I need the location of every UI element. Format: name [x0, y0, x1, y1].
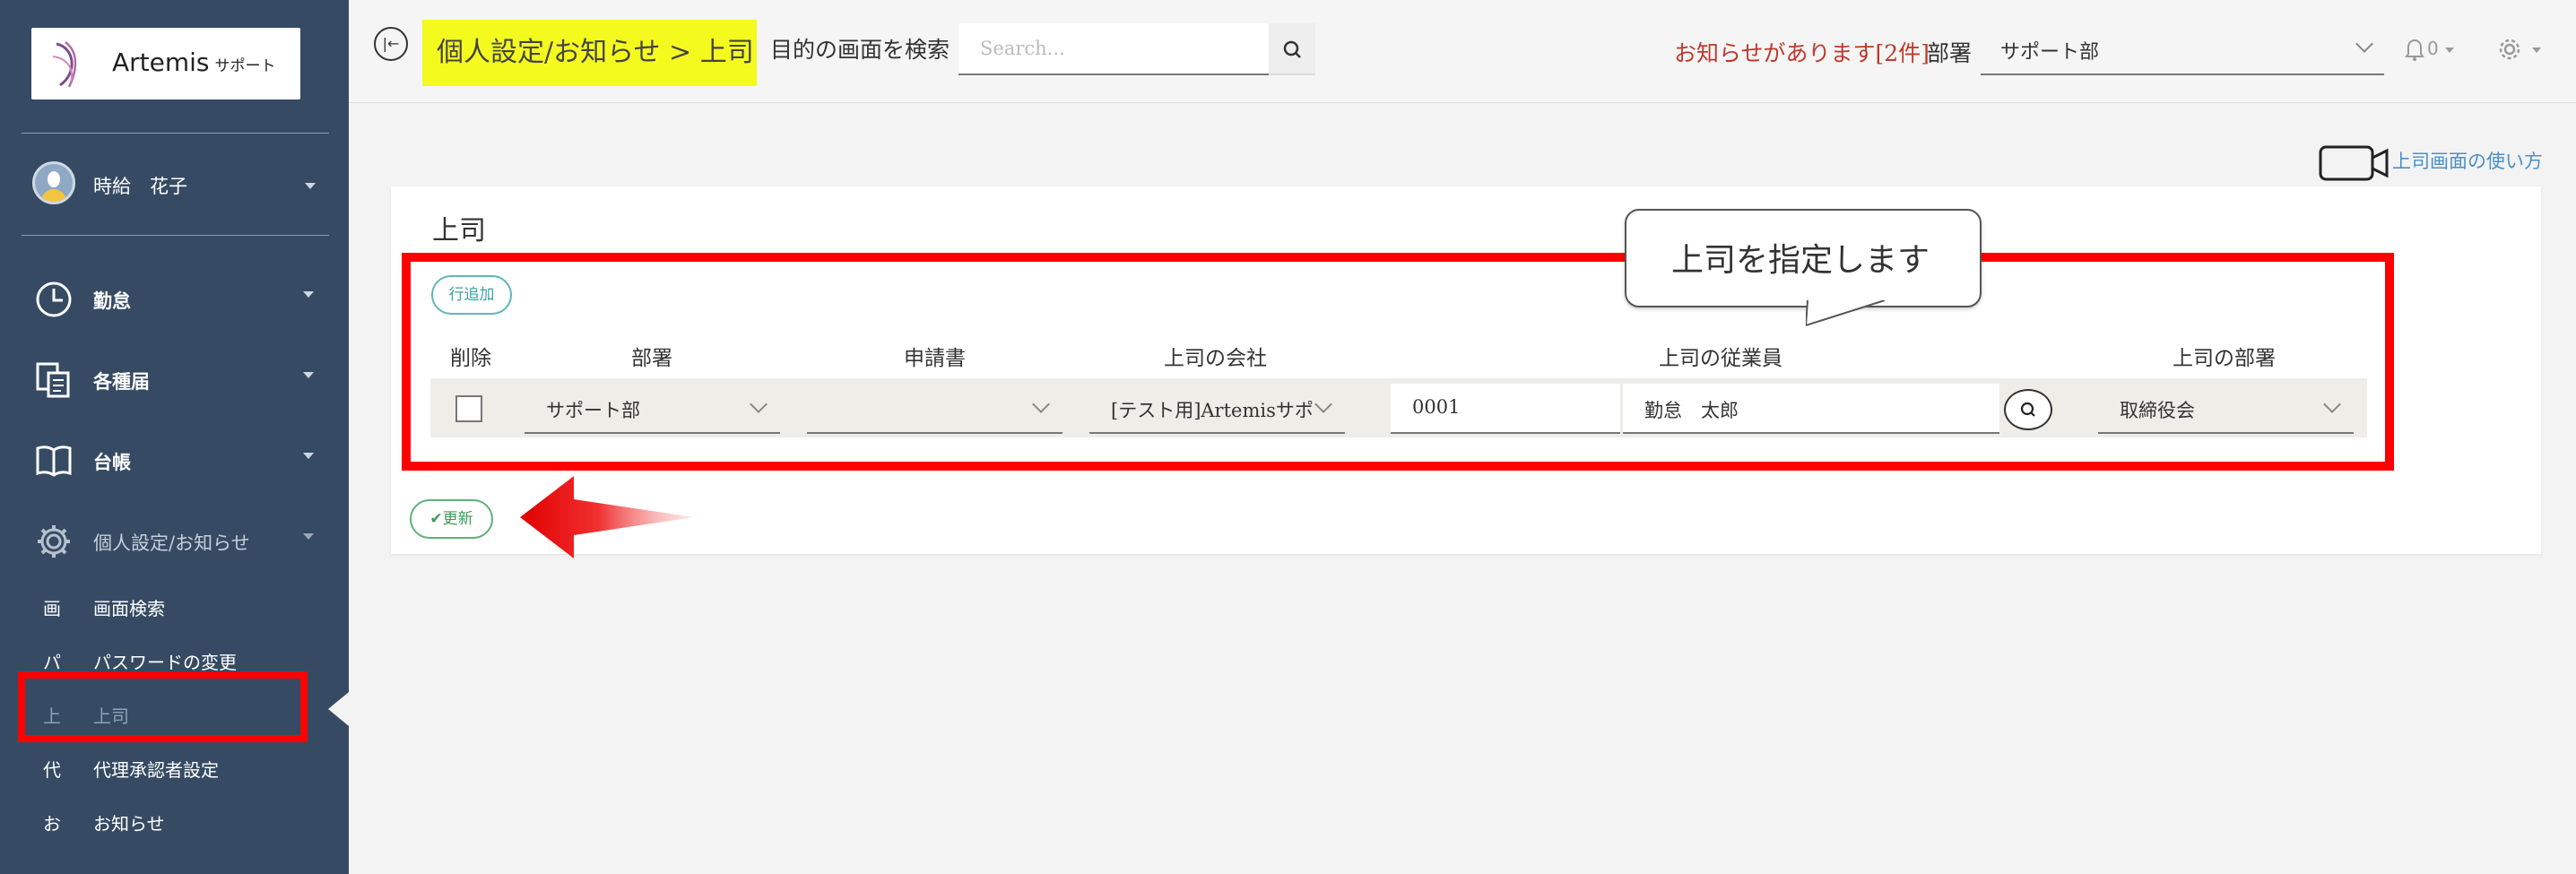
sub-item-label: 代理承認者設定 — [93, 759, 219, 781]
sidebar-subitem-screen-search[interactable]: 画 画面検索 — [0, 584, 349, 628]
sidebar-item-ledger[interactable]: 台帳 — [0, 430, 349, 484]
sub-item-initial: 代 — [43, 759, 61, 781]
dept-select-value: サポート部 — [2000, 41, 2100, 64]
user-menu[interactable]: 時給 花子 — [0, 152, 349, 215]
breadcrumb: 個人設定/お知らせ > 上司 — [422, 20, 757, 86]
sidebar: Artemis サポート 時給 花子 勤怠 各種届 台帳 個人設定/お知らせ 画 … — [0, 0, 349, 874]
artemis-logo-icon — [52, 41, 77, 88]
update-button-label: 更新 — [442, 510, 473, 528]
user-name: 時給 花子 — [93, 176, 187, 197]
search-label: 目的の画面を検索 — [770, 37, 950, 63]
search-icon — [1283, 40, 1301, 58]
bell-icon — [2405, 39, 2424, 61]
notification-button[interactable]: 0 — [2402, 36, 2456, 63]
chevron-down-icon — [303, 453, 314, 459]
sub-item-label: 画面検索 — [93, 598, 165, 619]
avatar — [32, 161, 75, 204]
sidebar-item-forms[interactable]: 各種届 — [0, 350, 349, 403]
sidebar-item-label: 各種届 — [93, 370, 150, 393]
sidebar-item-label: 台帳 — [93, 451, 131, 473]
sidebar-divider — [22, 133, 329, 134]
help-video-link[interactable]: 上司画面の使い方 — [2319, 142, 2576, 181]
documents-icon — [36, 362, 70, 398]
search-input[interactable] — [958, 23, 1269, 75]
clock-icon — [36, 281, 72, 317]
help-link-label: 上司画面の使い方 — [2392, 151, 2543, 172]
gear-icon — [2499, 39, 2520, 60]
video-camera-icon — [2319, 145, 2389, 181]
search-button[interactable] — [1269, 23, 1315, 75]
sub-item-initial: お — [43, 813, 61, 835]
gear-icon — [38, 525, 70, 558]
collapse-sidebar-icon[interactable]: |← — [374, 27, 408, 61]
annotation-arrow-icon — [520, 476, 694, 558]
sidebar-subitem-notices[interactable]: お お知らせ — [0, 799, 349, 844]
callout-text: 上司を指定します — [1671, 242, 1930, 279]
page-title: 上司 — [432, 215, 486, 247]
update-button[interactable]: ✔更新 — [410, 499, 493, 539]
settings-button[interactable] — [2496, 36, 2550, 63]
sidebar-item-settings[interactable]: 個人設定/お知らせ — [0, 511, 349, 565]
chevron-down-icon — [2445, 48, 2454, 53]
top-header: |← 個人設定/お知らせ > 上司 目的の画面を検索 お知らせがあります[2件]… — [349, 0, 2576, 103]
active-indicator — [328, 692, 349, 726]
annotation-callout: 上司を指定します — [1625, 209, 1982, 307]
notice-link[interactable]: お知らせがあります[2件] — [1674, 36, 1930, 68]
check-icon: ✔ — [429, 510, 443, 528]
notification-count: 0 — [2427, 38, 2439, 59]
book-icon — [36, 446, 72, 477]
dept-label: 部署 — [1927, 40, 1973, 66]
app-logo[interactable]: Artemis サポート — [31, 28, 300, 100]
sub-item-label: パスワードの変更 — [93, 652, 237, 673]
logo-text: Artemis サポート — [112, 48, 276, 77]
sub-item-label: お知らせ — [93, 813, 165, 835]
sub-item-initial: パ — [43, 652, 61, 673]
chevron-down-icon — [305, 183, 316, 189]
sidebar-item-attendance[interactable]: 勤怠 — [0, 269, 349, 323]
chevron-down-icon — [2355, 35, 2373, 53]
annotation-highlight-box — [402, 253, 2394, 471]
chevron-down-icon — [303, 291, 314, 298]
sidebar-item-label: 勤怠 — [93, 290, 131, 312]
callout-tail — [1806, 300, 1886, 327]
sidebar-divider — [22, 235, 329, 236]
chevron-down-icon — [2532, 48, 2541, 53]
sidebar-subitem-proxy-approver[interactable]: 代 代理承認者設定 — [0, 745, 349, 790]
annotation-highlight-box — [18, 671, 308, 742]
sidebar-item-label: 個人設定/お知らせ — [93, 532, 250, 554]
chevron-down-icon — [303, 372, 314, 378]
dept-select[interactable]: サポート部 — [1981, 23, 2384, 75]
chevron-down-icon — [303, 533, 314, 540]
sub-item-initial: 画 — [43, 598, 61, 619]
